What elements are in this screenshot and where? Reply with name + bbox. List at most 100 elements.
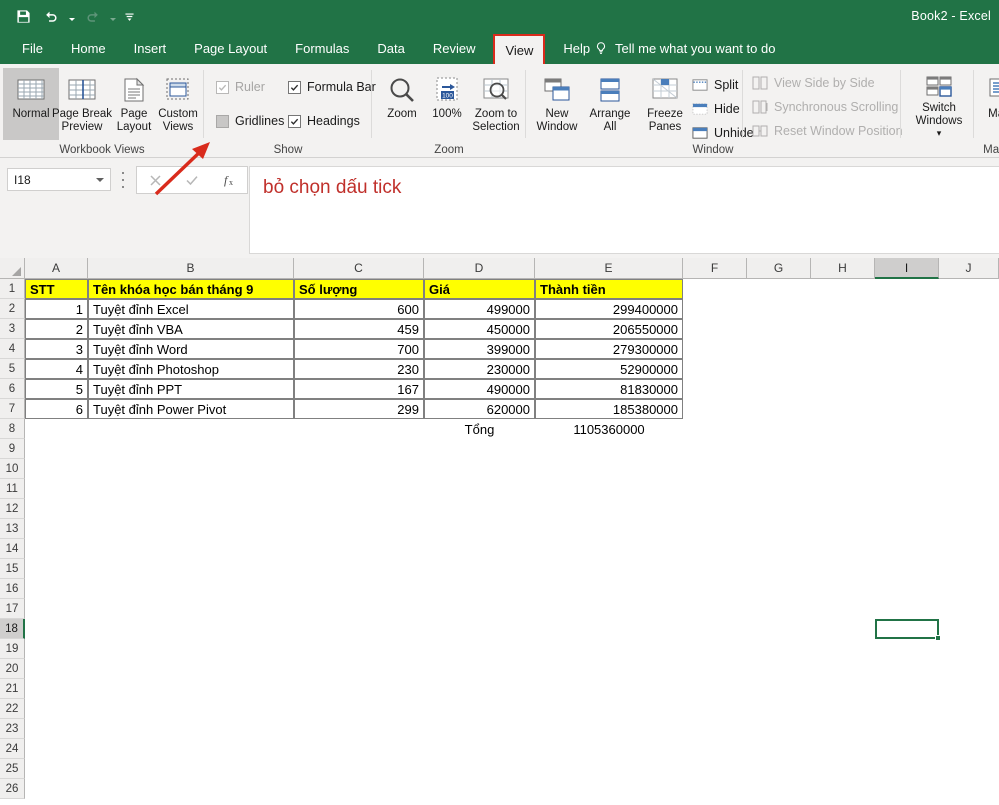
row-header-17[interactable]: 17 [0,599,25,619]
tab-file[interactable]: File [8,32,57,64]
column-header-G[interactable]: G [747,258,811,279]
table-row[interactable]: Tuyệt đỉnh Photoshop [88,359,294,379]
table-row[interactable]: 4 [25,359,88,379]
spreadsheet-grid[interactable]: ABCDEFGHIJ 12345678910111213141516171819… [0,258,999,805]
row-header-13[interactable]: 13 [0,519,25,539]
table-row[interactable]: 6 [25,399,88,419]
table-row[interactable]: 230000 [424,359,535,379]
table-header-cell[interactable]: Số lượng [294,279,424,299]
redo-dropdown-icon[interactable] [107,3,118,29]
summary-label-cell[interactable]: Tổng [424,419,535,439]
row-header-19[interactable]: 19 [0,639,25,659]
row-header-2[interactable]: 2 [0,299,25,319]
row-header-16[interactable]: 16 [0,579,25,599]
row-header-22[interactable]: 22 [0,699,25,719]
table-row[interactable]: 185380000 [535,399,683,419]
arrange-all-button[interactable]: Arrange All [582,68,638,140]
table-row[interactable]: Tuyệt đỉnh Word [88,339,294,359]
column-header-J[interactable]: J [939,258,999,279]
hide-button[interactable]: Hide [692,102,740,116]
row-header-21[interactable]: 21 [0,679,25,699]
column-header-H[interactable]: H [811,258,875,279]
tab-page-layout[interactable]: Page Layout [180,32,281,64]
tab-insert[interactable]: Insert [120,32,181,64]
view-side-by-side-button[interactable]: View Side by Side [752,76,875,90]
table-header-cell[interactable]: Thành tiền [535,279,683,299]
row-header-20[interactable]: 20 [0,659,25,679]
row-header-6[interactable]: 6 [0,379,25,399]
column-header-C[interactable]: C [294,258,424,279]
synchronous-scrolling-button[interactable]: Synchronous Scrolling [752,100,898,114]
row-header-4[interactable]: 4 [0,339,25,359]
row-header-12[interactable]: 12 [0,499,25,519]
table-row[interactable]: Tuyệt đỉnh VBA [88,319,294,339]
table-row[interactable]: 2 [25,319,88,339]
column-header-B[interactable]: B [88,258,294,279]
table-header-cell[interactable]: STT [25,279,88,299]
table-row[interactable]: Tuyệt đỉnh Excel [88,299,294,319]
column-header-A[interactable]: A [25,258,88,279]
tab-formulas[interactable]: Formulas [281,32,363,64]
table-row[interactable]: 490000 [424,379,535,399]
switch-windows-button[interactable]: Switch Windows ▾ [908,68,970,140]
reset-window-position-button[interactable]: Reset Window Position [752,124,903,138]
macros-button[interactable]: Mac [976,68,999,140]
unhide-button[interactable]: Unhide [692,126,754,140]
name-box[interactable]: I18 [7,168,111,191]
show-ruler-checkbox[interactable]: Ruler [216,80,265,94]
row-header-14[interactable]: 14 [0,539,25,559]
table-row[interactable]: 450000 [424,319,535,339]
table-row[interactable]: 299 [294,399,424,419]
save-icon[interactable] [10,3,36,29]
row-header-11[interactable]: 11 [0,479,25,499]
row-header-23[interactable]: 23 [0,719,25,739]
row-header-3[interactable]: 3 [0,319,25,339]
table-row[interactable]: 279300000 [535,339,683,359]
column-header-E[interactable]: E [535,258,683,279]
split-button[interactable]: Split [692,78,738,92]
tab-data[interactable]: Data [363,32,418,64]
table-header-cell[interactable]: Tên khóa học bán tháng 9 [88,279,294,299]
show-headings-checkbox[interactable]: Headings [288,114,360,128]
table-row[interactable]: 167 [294,379,424,399]
undo-dropdown-icon[interactable] [66,3,77,29]
name-box-dropdown-icon[interactable] [96,178,104,182]
show-formula-bar-checkbox[interactable]: Formula Bar [288,80,376,94]
table-row[interactable]: 299400000 [535,299,683,319]
summary-value-cell[interactable]: 1105360000 [535,419,683,439]
row-header-26[interactable]: 26 [0,779,25,799]
fill-handle[interactable] [935,635,941,641]
tab-view[interactable]: View [493,34,545,64]
row-header-24[interactable]: 24 [0,739,25,759]
table-row[interactable]: Tuyệt đỉnh PPT [88,379,294,399]
zoom-to-selection-button[interactable]: Zoom to Selection [468,68,524,140]
switch-windows-dropdown-icon[interactable]: ▾ [937,127,942,140]
table-row[interactable]: 459 [294,319,424,339]
table-row[interactable]: 206550000 [535,319,683,339]
table-row[interactable]: 600 [294,299,424,319]
row-header-15[interactable]: 15 [0,559,25,579]
table-row[interactable]: 1 [25,299,88,319]
zoom-100-button[interactable]: 100 100% [424,68,470,140]
tab-review[interactable]: Review [419,32,490,64]
custom-views-button[interactable]: Custom Views [154,68,202,140]
selected-cell[interactable] [875,619,939,639]
row-header-18[interactable]: 18 [0,619,25,639]
page-layout-view-button[interactable]: Page Layout [110,68,158,140]
row-header-5[interactable]: 5 [0,359,25,379]
tab-home[interactable]: Home [57,32,120,64]
table-row[interactable]: 3 [25,339,88,359]
column-header-F[interactable]: F [683,258,747,279]
table-header-cell[interactable]: Giá [424,279,535,299]
row-header-10[interactable]: 10 [0,459,25,479]
table-row[interactable]: 399000 [424,339,535,359]
table-row[interactable]: 230 [294,359,424,379]
row-header-9[interactable]: 9 [0,439,25,459]
table-row[interactable]: 700 [294,339,424,359]
table-row[interactable]: 81830000 [535,379,683,399]
show-gridlines-checkbox[interactable]: Gridlines [216,114,284,128]
row-header-7[interactable]: 7 [0,399,25,419]
zoom-button[interactable]: Zoom [377,68,427,140]
select-all-corner[interactable] [0,258,25,279]
page-break-preview-button[interactable]: Page Break Preview [49,68,115,140]
